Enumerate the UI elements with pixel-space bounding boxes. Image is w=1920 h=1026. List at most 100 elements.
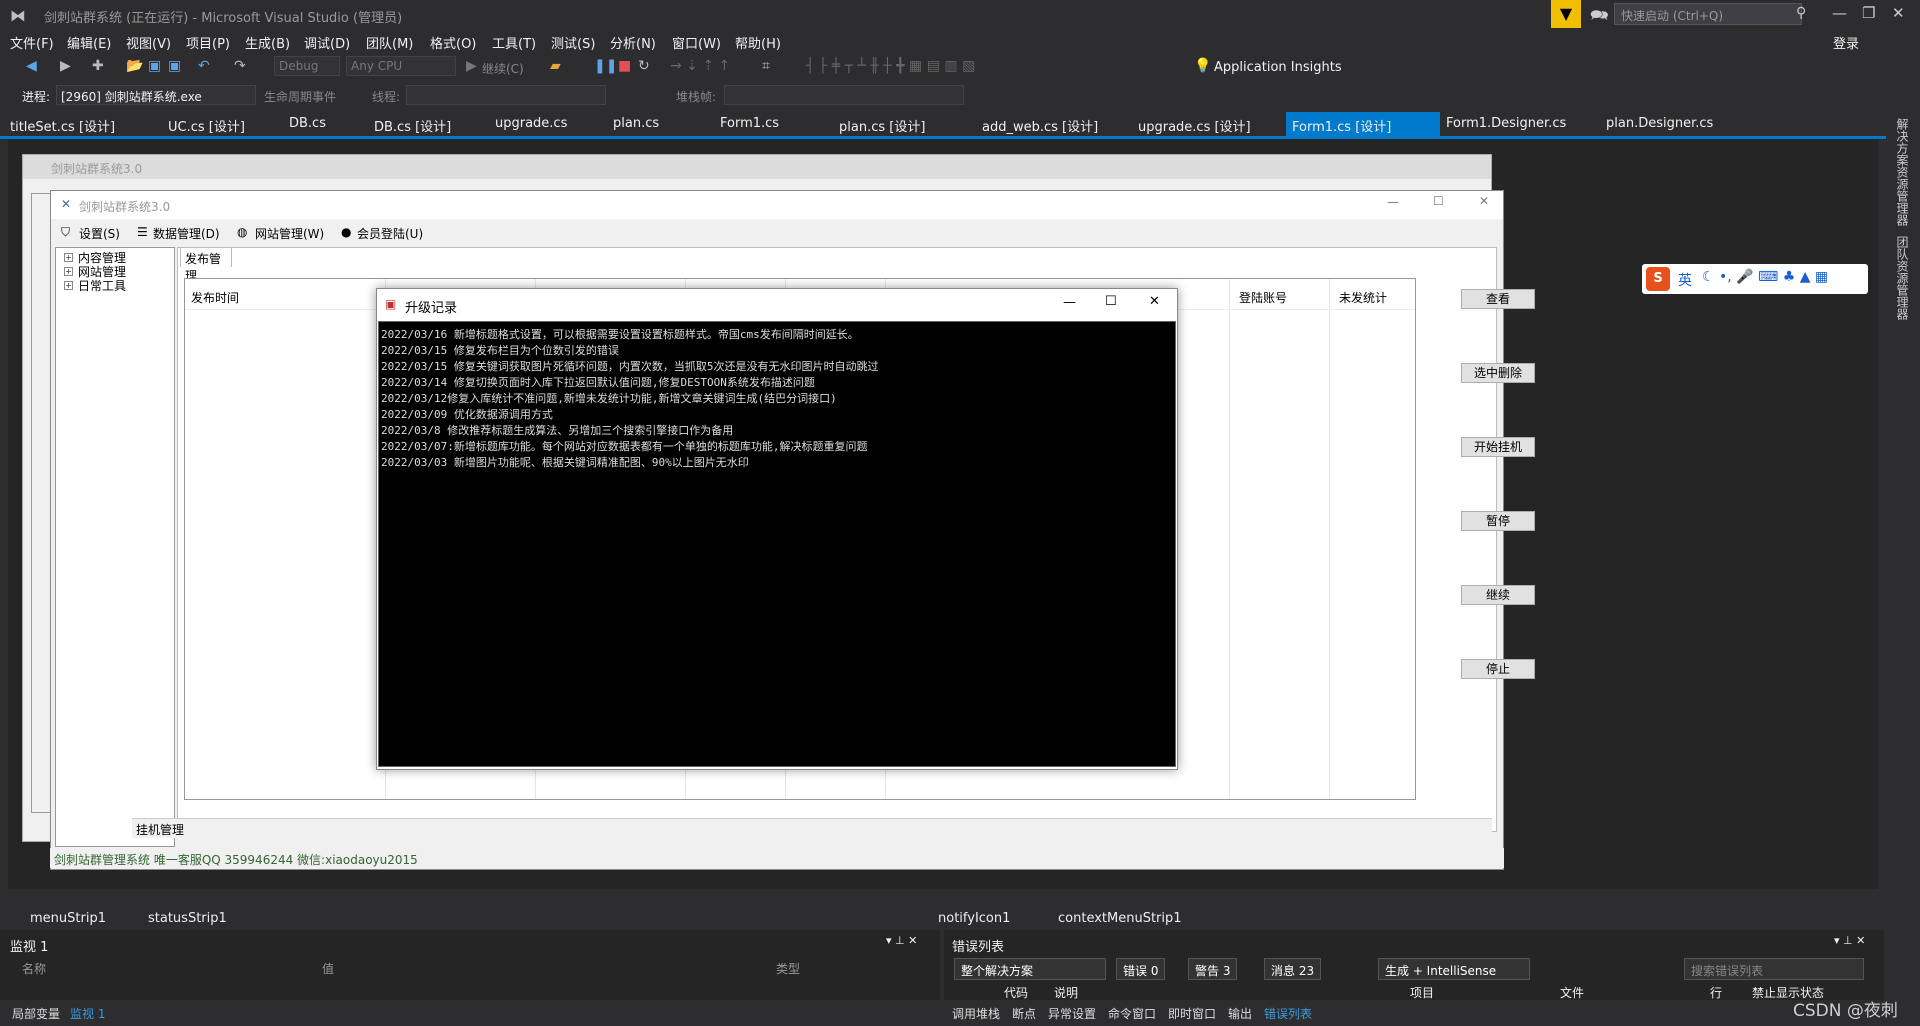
menu-edit[interactable]: 编辑(E) <box>67 33 111 52</box>
form-minimize-icon[interactable]: — <box>1387 195 1399 209</box>
tab-output[interactable]: 输出 <box>1228 1005 1252 1022</box>
filter-icon[interactable]: ▼ <box>1551 0 1581 28</box>
stackframe-select[interactable] <box>724 85 964 105</box>
menu-view[interactable]: 视图(V) <box>126 33 171 52</box>
application-insights-button[interactable]: Application Insights <box>1214 60 1342 75</box>
start-hang-button[interactable]: 开始挂机 <box>1461 437 1535 457</box>
popup-maximize-icon[interactable]: ☐ <box>1105 294 1117 309</box>
team-explorer-tab[interactable]: 团队资源管理器 <box>1894 236 1911 320</box>
back-icon[interactable]: ◀ <box>26 58 37 74</box>
tab-publish[interactable]: 发布管理 <box>180 247 232 283</box>
quick-launch-input[interactable]: 快速启动 (Ctrl+Q) <box>1614 3 1802 25</box>
step-icons[interactable]: → ⇣ ⇡ ↑ <box>670 58 730 74</box>
tab-upgrade-design[interactable]: upgrade.cs [设计] <box>1138 116 1251 135</box>
tab-uc-design[interactable]: UC.cs [设计] <box>168 116 245 135</box>
error-search-input[interactable]: 搜索错误列表 <box>1684 958 1864 980</box>
tab-addweb-design[interactable]: add_web.cs [设计] <box>982 116 1098 135</box>
undo-icon[interactable]: ↶ <box>198 58 210 74</box>
view-button[interactable]: 查看 <box>1461 289 1535 309</box>
popup-minimize-icon[interactable]: — <box>1063 295 1076 310</box>
tab-watch1[interactable]: 监视 1 <box>70 1005 105 1022</box>
menu-site-management[interactable]: 网站管理(W) <box>255 225 324 242</box>
stop-icon[interactable]: ■ <box>618 58 631 74</box>
expand-icon[interactable]: + <box>64 253 73 262</box>
tab-error-list[interactable]: 错误列表 <box>1264 1005 1312 1022</box>
build-intellisense-select[interactable]: 生成 + IntelliSense <box>1378 958 1530 980</box>
tab-plan-cs[interactable]: plan.cs <box>613 116 659 131</box>
configuration-select[interactable]: Debug <box>274 56 340 76</box>
menu-team[interactable]: 团队(M) <box>366 33 413 52</box>
menu-window[interactable]: 窗口(W) <box>672 33 721 52</box>
hex-icon[interactable]: ⌗ <box>762 58 770 74</box>
tab-upgrade-cs[interactable]: upgrade.cs <box>495 116 567 131</box>
tray-statusstrip[interactable]: statusStrip1 <box>148 911 227 926</box>
stop-button[interactable]: 停止 <box>1461 659 1535 679</box>
popup-close-icon[interactable]: ✕ <box>1149 294 1160 309</box>
menu-test[interactable]: 测试(S) <box>551 33 595 52</box>
tab-db-cs[interactable]: DB.cs <box>289 116 326 131</box>
notification-icon[interactable]: 🗪 <box>1590 5 1609 30</box>
panel-controls-icon[interactable]: ▾ ⊥ ✕ <box>1834 934 1865 947</box>
panel-controls-icon[interactable]: ▾ ⊥ ✕ <box>886 934 917 947</box>
tab-command-window[interactable]: 命令窗口 <box>1108 1005 1156 1022</box>
continue-button[interactable]: 继续(C) <box>482 60 524 77</box>
form-maximize-icon[interactable]: ☐ <box>1433 194 1444 208</box>
col-login-account[interactable]: 登陆账号 <box>1239 289 1287 306</box>
continue-form-button[interactable]: 继续 <box>1461 585 1535 605</box>
tab-plan-designer-cs[interactable]: plan.Designer.cs <box>1606 116 1713 131</box>
tab-exception-settings[interactable]: 异常设置 <box>1048 1005 1096 1022</box>
tray-notifyicon[interactable]: notifyIcon1 <box>938 911 1010 926</box>
menu-help[interactable]: 帮助(H) <box>735 33 781 52</box>
menu-project[interactable]: 项目(P) <box>186 33 230 52</box>
tab-immediate-window[interactable]: 即时窗口 <box>1168 1005 1216 1022</box>
tab-form1-designer-cs[interactable]: Form1.Designer.cs <box>1446 116 1566 131</box>
errors-filter[interactable]: 错误 0 <box>1116 958 1166 980</box>
delete-selected-button[interactable]: 选中删除 <box>1461 363 1535 383</box>
close-icon[interactable]: ✕ <box>1892 4 1905 22</box>
tree-node-tools[interactable]: 日常工具 <box>78 277 126 294</box>
tab-breakpoints[interactable]: 断点 <box>1012 1005 1036 1022</box>
tab-hang-management[interactable]: 挂机管理 <box>132 818 1492 838</box>
expand-icon[interactable]: + <box>64 267 73 276</box>
solution-explorer-tab[interactable]: 解决方案资源管理器 <box>1894 118 1911 226</box>
platform-select[interactable]: Any CPU <box>346 56 456 76</box>
thread-select[interactable] <box>406 85 606 105</box>
warnings-filter[interactable]: 警告 3 <box>1188 958 1238 980</box>
tray-contextmenustrip[interactable]: contextMenuStrip1 <box>1058 911 1182 926</box>
tray-menustrip[interactable]: menuStrip1 <box>30 911 106 926</box>
tab-form1-design[interactable]: Form1.cs [设计] <box>1292 116 1391 135</box>
col-unsent-count[interactable]: 未发统计 <box>1339 289 1387 306</box>
ime-language[interactable]: 英 <box>1678 270 1692 290</box>
menu-member-login[interactable]: 会员登陆(U) <box>357 225 423 242</box>
tab-form1-cs[interactable]: Form1.cs <box>720 116 779 131</box>
form-close-icon[interactable]: ✕ <box>1479 194 1489 208</box>
attach-icon[interactable]: ▰ <box>550 58 561 74</box>
search-icon[interactable]: ⚲ <box>1796 5 1806 21</box>
menu-file[interactable]: 文件(F) <box>10 33 54 52</box>
expand-icon[interactable]: + <box>64 281 73 290</box>
messages-filter[interactable]: 消息 23 <box>1264 958 1322 980</box>
forward-icon[interactable]: ▶ <box>60 58 71 74</box>
restart-icon[interactable]: ↻ <box>638 58 650 74</box>
tab-call-stack[interactable]: 调用堆栈 <box>952 1005 1000 1022</box>
pause-button[interactable]: 暂停 <box>1461 511 1535 531</box>
login-link[interactable]: 登录 <box>1833 33 1859 52</box>
tab-plan-design[interactable]: plan.cs [设计] <box>839 116 925 135</box>
menu-data-management[interactable]: 数据管理(D) <box>153 225 220 242</box>
tab-locals[interactable]: 局部变量 <box>12 1005 60 1022</box>
tab-titleset-design[interactable]: titleSet.cs [设计] <box>10 116 115 135</box>
sogou-icon[interactable]: S <box>1646 267 1670 291</box>
save-all-icon[interactable]: ▣ <box>168 58 181 74</box>
menu-build[interactable]: 生成(B) <box>245 33 290 52</box>
pause-icon[interactable]: ❚❚ <box>594 58 617 74</box>
open-icon[interactable]: 📂 <box>126 58 143 74</box>
minimize-icon[interactable]: — <box>1832 4 1847 22</box>
layout-icons[interactable]: ┤ ├ ╪ ┬ ┴ ╫ ┼ ╋ ▦ ▤ ▥ ▧ <box>806 58 975 74</box>
menu-format[interactable]: 格式(O) <box>430 33 476 52</box>
continue-icon[interactable]: ▶ <box>466 58 477 74</box>
tab-db-design[interactable]: DB.cs [设计] <box>374 116 451 135</box>
menu-settings[interactable]: 设置(S) <box>79 225 120 242</box>
menu-analyze[interactable]: 分析(N) <box>610 33 656 52</box>
col-publish-time[interactable]: 发布时间 <box>191 289 239 306</box>
restore-icon[interactable]: ❐ <box>1862 4 1875 22</box>
